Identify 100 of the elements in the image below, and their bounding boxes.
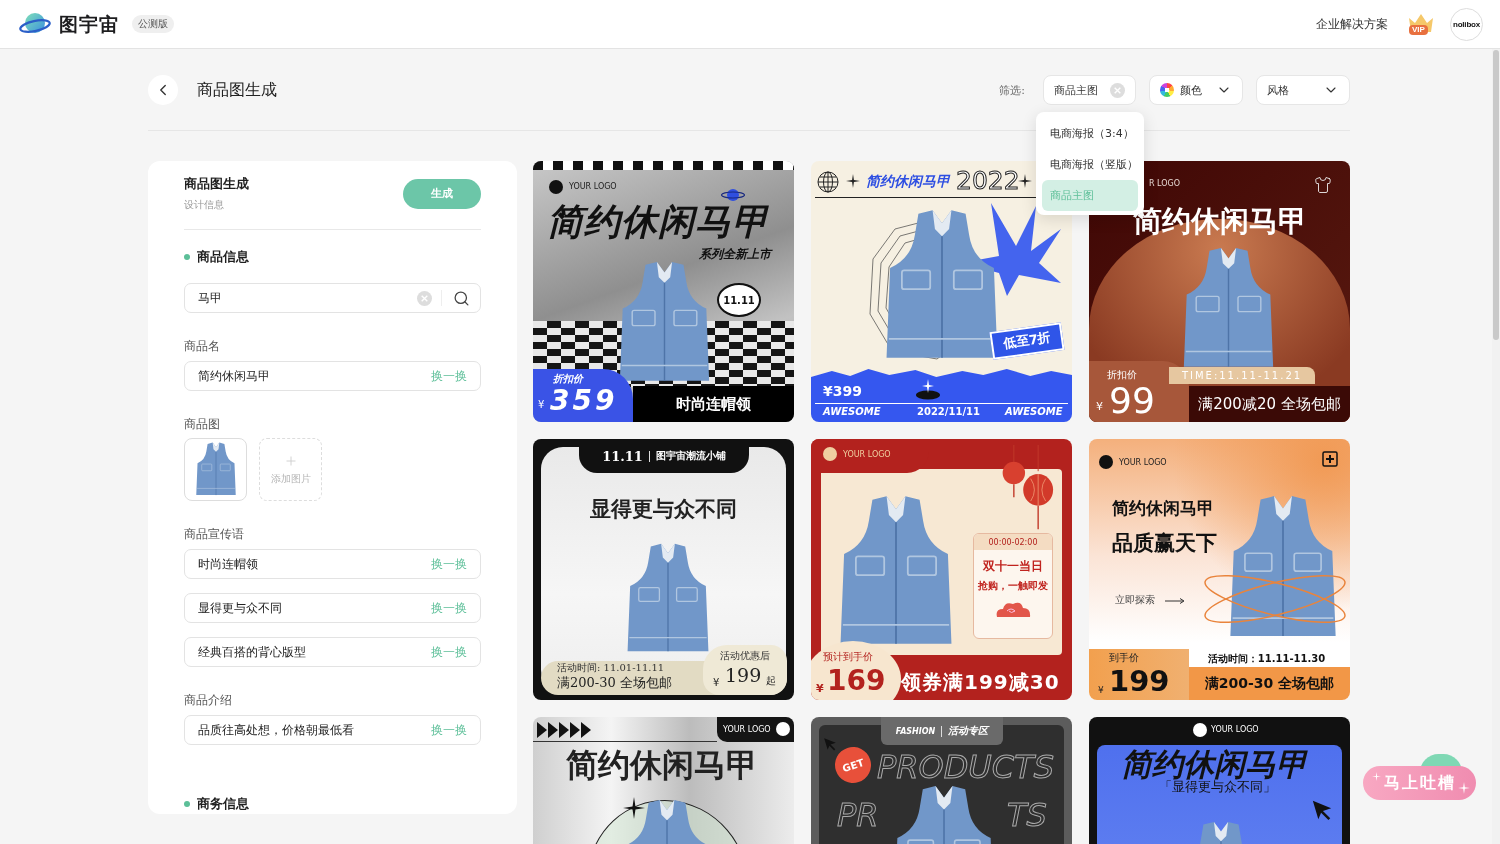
- poster-title: 简约休闲马甲: [566, 747, 758, 784]
- currency-symbol: ¥: [1098, 685, 1104, 696]
- price-label: 折扣价: [553, 373, 583, 385]
- menu-item[interactable]: 电商海报（3:4）: [1042, 118, 1138, 149]
- enterprise-link[interactable]: 企业解决方案: [1316, 16, 1388, 32]
- currency-symbol: ¥: [1096, 401, 1103, 414]
- planet-icon: [721, 187, 745, 203]
- price-label: 到手价: [1109, 652, 1139, 664]
- currency-symbol: ¥: [538, 399, 545, 411]
- price-text: 199: [725, 665, 762, 687]
- scrollbar-thumb[interactable]: [1493, 50, 1499, 340]
- page-title: 商品图生成: [197, 79, 277, 101]
- slogan-banner: 满200-30 全场包邮: [1189, 667, 1350, 700]
- cursor-icon: [1311, 799, 1333, 821]
- avatar-button[interactable]: nolibox: [1450, 7, 1483, 41]
- section-dot-icon: [184, 254, 190, 260]
- vest-drawing: [194, 442, 237, 497]
- section-title: 商品信息: [197, 248, 249, 266]
- plus-icon: [283, 453, 298, 468]
- event-time: 活动时间: 11.01-11.11: [557, 662, 665, 674]
- price-text: 359: [550, 385, 618, 418]
- footer-text: 2022/11/11: [917, 406, 980, 418]
- promo-subtitle: 抢购，一触即发: [978, 579, 1048, 593]
- arrow-icon: [1165, 598, 1185, 604]
- poster-title: 简约休闲马甲: [547, 201, 769, 243]
- promo-title: 双十一当日: [983, 558, 1043, 575]
- text-field[interactable]: 时尚连帽领 换一换: [184, 549, 481, 579]
- price-label: 活动优惠后: [720, 650, 770, 662]
- field-label: 商品介绍: [184, 693, 233, 707]
- section-title: 商务信息: [197, 795, 249, 813]
- slogan-banner: 时尚连帽领: [633, 386, 794, 422]
- poster-subtitle: 「显得更与众不同」: [1159, 780, 1276, 795]
- footer-text: AWESOME: [823, 406, 881, 418]
- search-field[interactable]: 马甲: [184, 283, 481, 313]
- sparkle-icon: [1018, 174, 1032, 188]
- arrows-icon: [537, 722, 593, 738]
- logo-text: YOUR LOGO: [1119, 458, 1167, 468]
- sparkle-icon: [1458, 782, 1470, 794]
- back-button[interactable]: [148, 75, 178, 105]
- shop-name: 图宇宙潮流小铺: [655, 449, 726, 463]
- sparkle-icon: [1372, 772, 1381, 781]
- price-suffix: 起: [766, 675, 776, 687]
- brand-name: 图宇宙: [59, 12, 119, 36]
- price-text: 169: [827, 665, 886, 698]
- poster-card[interactable]: YOUR LOGO 简约休闲马甲 品质赢天下 立即探索 到手价 ¥ 199 活动时间：11.11-11.30 满200-30 全场包邮: [1089, 439, 1350, 700]
- text-field[interactable]: 品质往高处想，价格朝最低看 换一换: [184, 715, 481, 745]
- tag-text: 活动专区: [948, 724, 989, 738]
- brand-text: FASHION: [895, 726, 936, 736]
- field-label: 商品图: [184, 417, 221, 431]
- style-dropdown[interactable]: 风格: [1256, 75, 1350, 105]
- poster-title: 简约休闲马甲: [1112, 499, 1214, 519]
- logo-text: R LOGO: [1149, 179, 1181, 189]
- sparkle-icon: [846, 174, 860, 188]
- price-label: 折扣价: [1107, 369, 1137, 381]
- price-text: ¥399: [823, 383, 862, 400]
- logo-icon: [549, 180, 563, 194]
- text-field[interactable]: 显得更与众不同 换一换: [184, 593, 481, 623]
- poster-subtitle: 品质赢天下: [1112, 531, 1217, 556]
- price-label: 预计到手价: [823, 651, 873, 663]
- poster-card[interactable]: 11.11 图宇宙潮流小铺 显得更与众不同 活动时间: 11.01-11.11 满200-30 全场包邮 活动优惠后 ¥ 199 起: [533, 439, 794, 700]
- logo-text: YOUR LOGO: [1211, 725, 1259, 735]
- logo-icon: [1193, 723, 1207, 737]
- poster-card[interactable]: YOUR LOGO 简约休闲马甲 系列全新上市 11.11 折扣价 ¥ 359 时尚连帽领: [533, 161, 794, 422]
- vip-label: VIP: [1409, 25, 1428, 35]
- poster-title: 简约休闲马甲: [866, 173, 950, 190]
- date-bubble: 11.11: [717, 283, 761, 317]
- beta-badge: 公测版: [132, 15, 174, 33]
- poster-card[interactable]: YOUR LOGO 00:00-02:00 双十一当日 抢购，一触即发 预计到手价 ¥169 领券满199减30: [811, 439, 1072, 700]
- field-label: 商品名: [184, 339, 221, 353]
- price-text: 199: [1109, 665, 1170, 699]
- discount-badge: 低至7折: [989, 322, 1065, 360]
- field-label: 商品宣传语: [184, 527, 245, 541]
- filter-chip[interactable]: 商品主图: [1043, 75, 1136, 105]
- globe-icon: [817, 171, 839, 193]
- poster-card[interactable]: YOUR LOGO 简约休闲马甲: [533, 717, 794, 844]
- logo-icon: [1099, 455, 1113, 469]
- filter-label: 筛选:: [999, 82, 1025, 98]
- color-dropdown[interactable]: 颜色: [1149, 75, 1243, 105]
- poster-card[interactable]: YOUR LOGO 简约休闲马甲 「显得更与众不同」: [1089, 717, 1350, 844]
- backdrop-text: TS: [1007, 799, 1047, 833]
- price-text: 99: [1109, 380, 1155, 422]
- backdrop-text: PR: [837, 799, 879, 833]
- time-banner: TIME:11.11-11.21: [1169, 367, 1315, 384]
- product-thumbnail[interactable]: [184, 438, 247, 501]
- slogan-banner: 满200减20 全场包邮: [1189, 386, 1350, 422]
- explore-link: 立即探索: [1115, 594, 1155, 606]
- ufo-icon: [915, 379, 941, 401]
- logo-text: YOUR LOGO: [843, 450, 891, 460]
- logo-text: YOUR LOGO: [569, 182, 617, 192]
- tag-text: 11.11: [602, 448, 643, 464]
- time-text: 00:00-02:00: [974, 534, 1052, 550]
- currency-symbol: ¥: [713, 677, 720, 689]
- year-text: 2022: [956, 167, 1020, 196]
- poster-card[interactable]: FASHION 活动专区 GET PRODUCTS PR TS: [811, 717, 1072, 844]
- cursor-icon: [823, 737, 837, 751]
- text-field[interactable]: 简约休闲马甲 换一换: [184, 361, 481, 391]
- panel-title: 商品图生成: [184, 175, 249, 193]
- text-field[interactable]: 经典百搭的背心版型 换一换: [184, 637, 481, 667]
- shirt-icon: [1314, 176, 1332, 194]
- section-dot-icon: [184, 801, 190, 807]
